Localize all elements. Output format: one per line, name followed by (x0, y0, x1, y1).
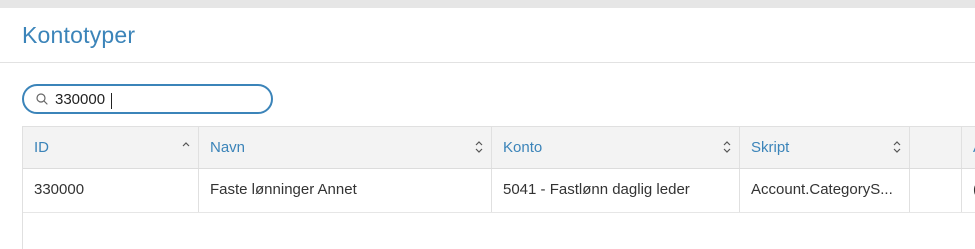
column-header-empty[interactable] (910, 127, 962, 168)
sort-icon[interactable] (474, 140, 484, 154)
table-header: ID Navn Konto Skript (23, 127, 975, 169)
top-bar (0, 0, 975, 8)
table-row[interactable]: 330000 Faste lønninger Annet 5041 - Fast… (23, 169, 975, 213)
title-divider (0, 62, 975, 63)
cell-text: Faste lønninger Annet (210, 181, 357, 198)
search-icon (36, 93, 48, 105)
search-box[interactable] (22, 84, 273, 114)
column-header-konto[interactable]: Konto (492, 127, 740, 168)
column-header-id[interactable]: ID (23, 127, 199, 168)
page-title: Kontotyper (22, 22, 136, 48)
accounts-table: ID Navn Konto Skript 330000 Faste lønnin… (22, 126, 975, 249)
column-header-skript[interactable]: Skript (740, 127, 910, 168)
sort-ascending-icon[interactable] (181, 140, 191, 154)
cell-extra[interactable] (910, 169, 962, 212)
cell-skript[interactable]: Account.CategoryS... (740, 169, 910, 212)
cell-navn[interactable]: Faste lønninger Annet (199, 169, 492, 212)
cell-konto[interactable]: 5041 - Fastlønn daglig leder (492, 169, 740, 212)
column-header-label: Skript (751, 139, 790, 156)
column-header-label: Konto (503, 139, 543, 156)
cell-id[interactable]: 330000 (23, 169, 199, 212)
column-header-label: Navn (210, 139, 246, 156)
cell-text: 5041 - Fastlønn daglig leder (503, 181, 690, 198)
column-header-navn[interactable]: Navn (199, 127, 492, 168)
cell-text: Account.CategoryS... (751, 181, 893, 198)
cell-text: 330000 (34, 181, 85, 198)
column-header-label: ID (34, 139, 49, 156)
text-cursor (111, 93, 112, 109)
column-header-partial[interactable]: A (962, 127, 975, 168)
sort-icon[interactable] (722, 140, 732, 154)
cell-partial[interactable]: ( (962, 169, 975, 212)
search-input[interactable] (55, 89, 255, 109)
sort-icon[interactable] (892, 140, 902, 154)
